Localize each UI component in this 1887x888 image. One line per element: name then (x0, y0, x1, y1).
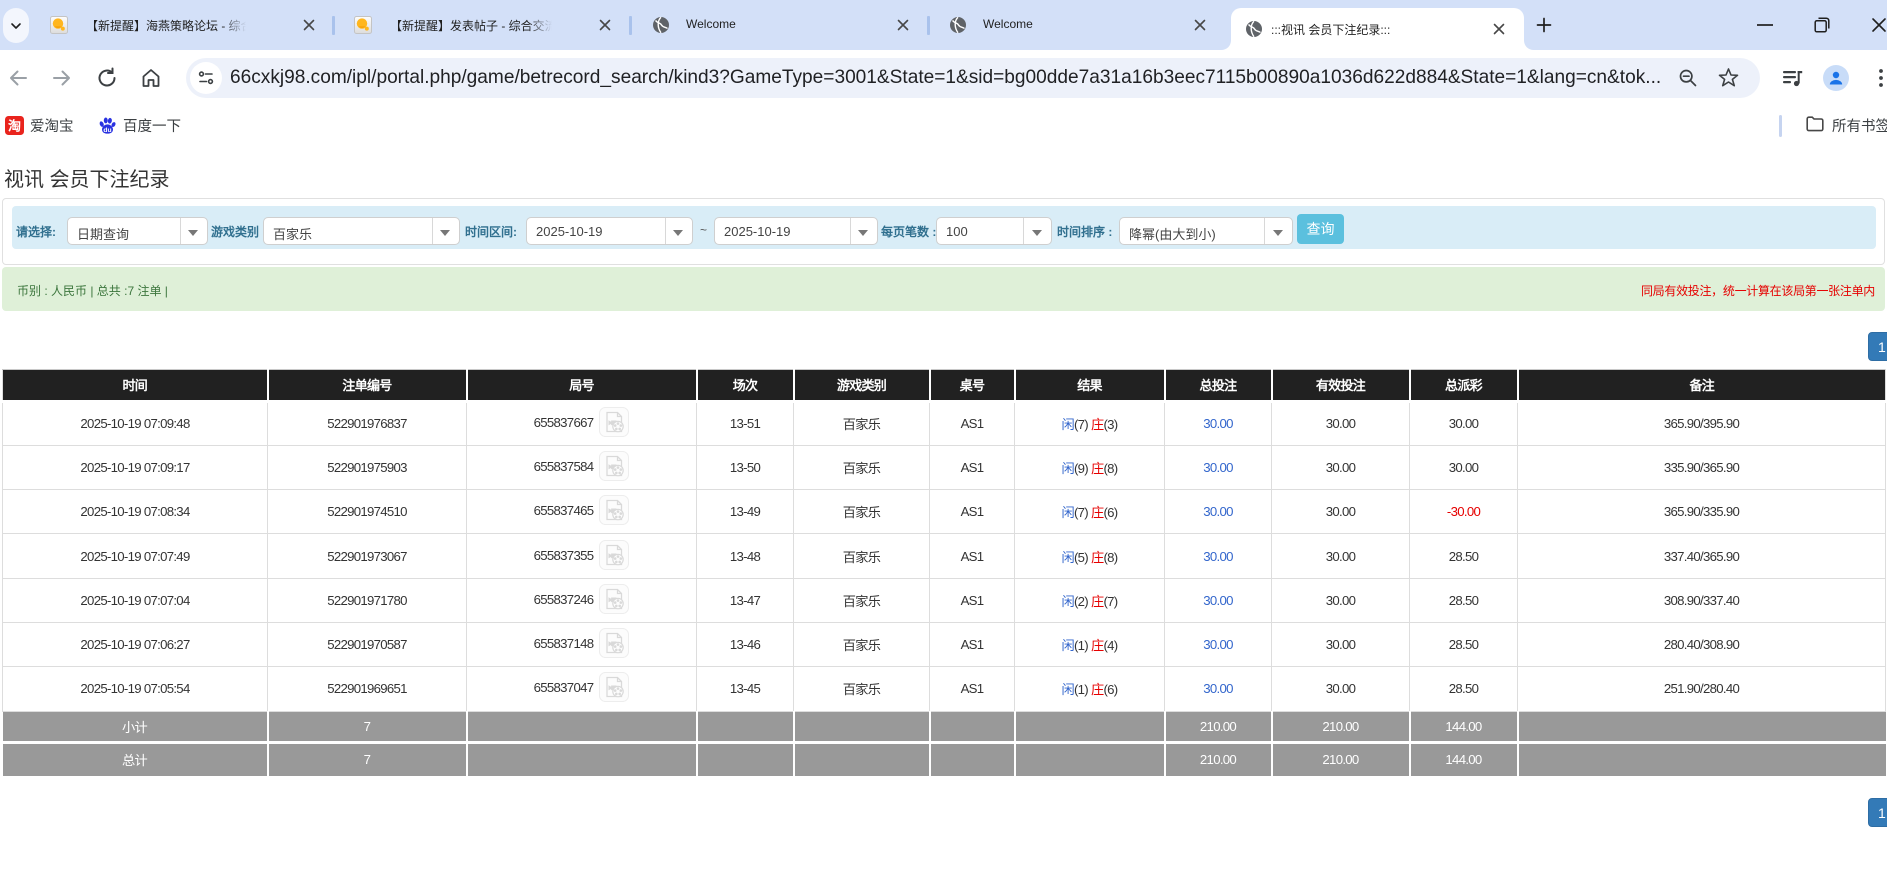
svg-text:du: du (103, 127, 111, 134)
svg-text:淘: 淘 (8, 119, 21, 134)
